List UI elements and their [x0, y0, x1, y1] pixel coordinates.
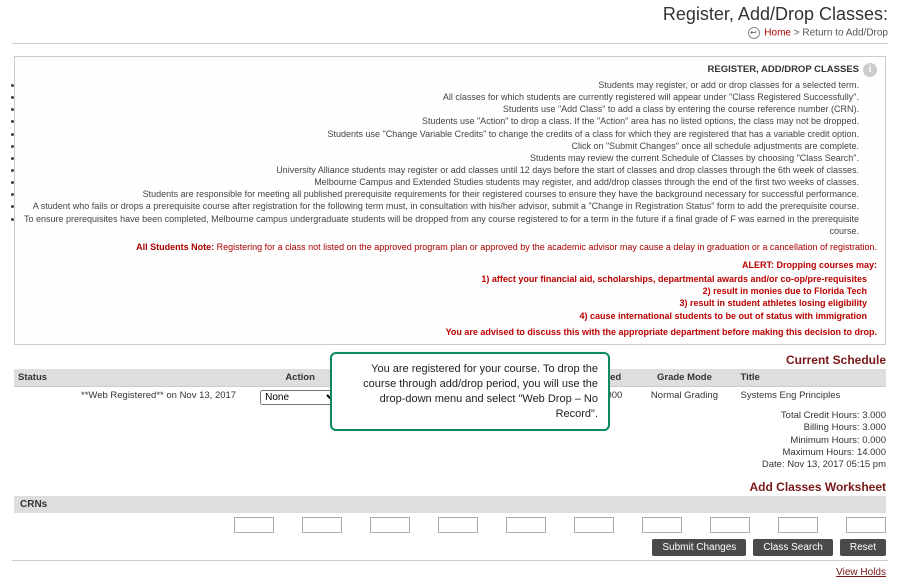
breadcrumb-sep: > — [794, 28, 800, 39]
crn-input[interactable] — [846, 517, 886, 533]
breadcrumb-current: Return to Add/Drop — [802, 28, 888, 39]
info-item: Students are responsible for meeting all… — [23, 188, 859, 200]
breadcrumb: ↩ Home > Return to Add/Drop — [0, 27, 900, 43]
credits-value: Nov 13, 2017 05:15 pm — [787, 459, 886, 470]
crn-input[interactable] — [302, 517, 342, 533]
info-item: Melbourne Campus and Extended Studies st… — [23, 176, 859, 188]
advice-text: You are advised to discuss this with the… — [23, 326, 877, 338]
crn-input[interactable] — [234, 517, 274, 533]
crn-input[interactable] — [642, 517, 682, 533]
col-status: Status — [14, 369, 240, 387]
cell-grade-mode: Normal Grading — [632, 386, 736, 408]
worksheet-title: Add Classes Worksheet — [0, 474, 900, 494]
info-panel: REGISTER, ADD/DROP CLASSES i Students ma… — [14, 56, 886, 345]
crn-input[interactable] — [710, 517, 750, 533]
info-item: Students may review the current Schedule… — [23, 152, 859, 164]
reset-button[interactable]: Reset — [840, 539, 886, 556]
info-item: A student who fails or drops a prerequis… — [23, 200, 859, 212]
info-item: Students may register, or add or drop cl… — [23, 79, 859, 91]
button-row: Submit Changes Class Search Reset — [14, 539, 886, 556]
col-grade-mode: Grade Mode — [632, 369, 736, 387]
info-icon: i — [863, 63, 877, 77]
action-select[interactable]: None — [260, 390, 340, 405]
info-item: Students use "Change Variable Credits" t… — [23, 128, 859, 140]
col-title: Title — [736, 369, 886, 387]
crn-input[interactable] — [438, 517, 478, 533]
info-heading: REGISTER, ADD/DROP CLASSES — [708, 64, 860, 77]
view-holds-link[interactable]: View Holds — [836, 567, 886, 578]
class-search-button[interactable]: Class Search — [753, 539, 832, 556]
info-item: University Alliance students may registe… — [23, 164, 859, 176]
credits-value: 3.000 — [862, 422, 886, 433]
crn-header: CRNs — [14, 496, 886, 513]
crn-input[interactable] — [370, 517, 410, 533]
note-label: All Students Note: — [136, 242, 214, 252]
credits-label: Minimum Hours: — [750, 435, 860, 447]
note-text: Registering for a class not listed on th… — [214, 242, 877, 252]
info-item: Students use "Action" to drop a class. I… — [23, 115, 859, 127]
info-list: Students may register, or add or drop cl… — [23, 79, 877, 237]
info-item: Click on "Submit Changes" once all sched… — [23, 140, 859, 152]
submit-button[interactable]: Submit Changes — [652, 539, 746, 556]
info-item: To ensure prerequisites have been comple… — [23, 213, 859, 237]
alert-item: 4) cause international students to be ou… — [23, 310, 867, 322]
callout-tip: You are registered for your course. To d… — [330, 352, 610, 431]
crn-input-row — [14, 517, 886, 533]
alert-item: 1) affect your financial aid, scholarshi… — [23, 273, 867, 285]
crn-input[interactable] — [778, 517, 818, 533]
credits-label: Billing Hours: — [750, 422, 860, 434]
alert-label: ALERT: Dropping courses may: — [742, 260, 877, 270]
info-item: Students use "Add Class" to add a class … — [23, 103, 859, 115]
cell-status: **Web Registered** on Nov 13, 2017 — [14, 386, 240, 408]
info-item: All classes for which students are curre… — [23, 91, 859, 103]
crn-input[interactable] — [506, 517, 546, 533]
credits-value: 3.000 — [862, 410, 886, 421]
back-icon[interactable]: ↩ — [748, 27, 760, 39]
credits-value: 14.000 — [857, 447, 886, 458]
alert-list: 1) affect your financial aid, scholarshi… — [23, 273, 877, 322]
alert-item: 3) result in student athletes losing eli… — [23, 297, 867, 309]
breadcrumb-home[interactable]: Home — [764, 28, 791, 39]
credits-label: Date: — [675, 459, 785, 471]
credits-label: Maximum Hours: — [744, 447, 854, 459]
crn-input[interactable] — [574, 517, 614, 533]
footer-links: View Holds — [14, 567, 886, 578]
credits-label: Total Credit Hours: — [750, 410, 860, 422]
cell-title: Systems Eng Principles — [736, 386, 886, 408]
page-title: Register, Add/Drop Classes: — [0, 0, 900, 27]
alert-item: 2) result in monies due to Florida Tech — [23, 285, 867, 297]
credits-value: 0.000 — [862, 435, 886, 446]
